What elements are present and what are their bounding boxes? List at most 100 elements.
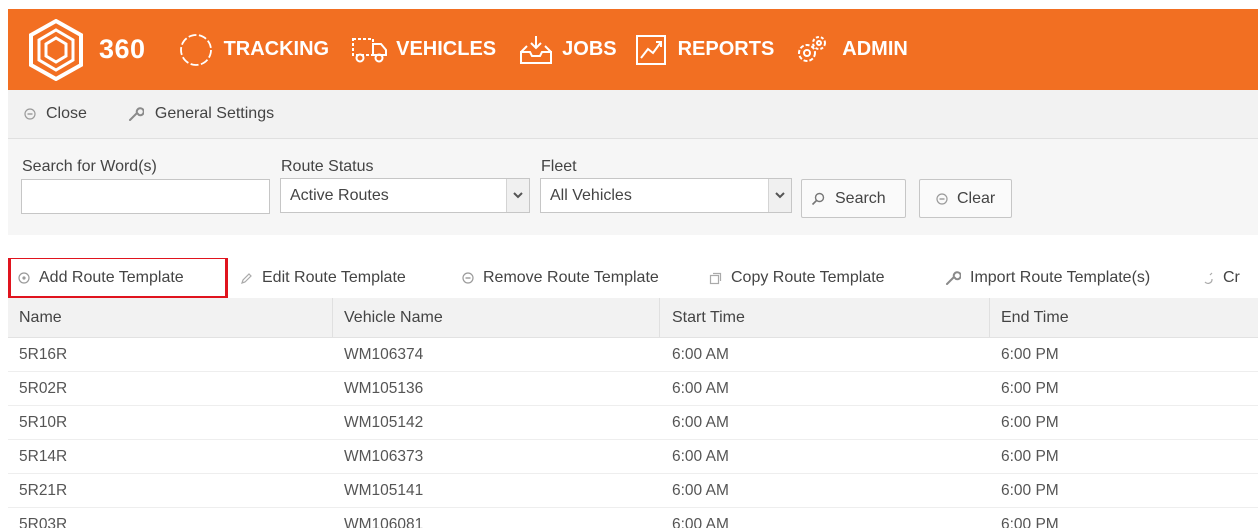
close-button[interactable]: Close xyxy=(24,105,87,123)
cell-end-time: 6:00 PM xyxy=(1001,515,1059,528)
table-row[interactable]: 5R10R WM105142 6:00 AM 6:00 PM xyxy=(8,406,1258,440)
nav-jobs[interactable]: JOBS xyxy=(518,34,617,66)
remove-circle-icon xyxy=(462,272,474,284)
table-row[interactable]: 5R21R WM105141 6:00 AM 6:00 PM xyxy=(8,474,1258,508)
wrench-icon xyxy=(946,271,961,285)
table-row[interactable]: 5R03R WM106081 6:00 AM 6:00 PM xyxy=(8,508,1258,528)
cell-start-time: 6:00 AM xyxy=(672,515,729,528)
import-route-templates-label: Import Route Template(s) xyxy=(970,269,1151,286)
cell-name: 5R02R xyxy=(19,379,68,397)
nav-admin[interactable]: ADMIN xyxy=(794,32,908,68)
cell-vehicle-name: WM105141 xyxy=(344,481,424,499)
edit-route-template-label: Edit Route Template xyxy=(262,269,406,286)
cell-start-time: 6:00 AM xyxy=(672,345,729,363)
add-route-template-button[interactable]: Add Route Template xyxy=(18,258,184,298)
create-route-label: Cr xyxy=(1223,269,1240,286)
top-nav-bar: 360 TRACKING VEHICLES JOBS REPORTS ADMIN xyxy=(8,9,1258,90)
close-circle-icon xyxy=(24,108,36,120)
column-header-name[interactable]: Name xyxy=(19,298,62,337)
nav-reports-label: REPORTS xyxy=(677,38,775,60)
nav-tracking-label: TRACKING xyxy=(223,38,330,60)
cell-end-time: 6:00 PM xyxy=(1001,345,1059,363)
fleet-dropdown-button[interactable] xyxy=(768,179,791,212)
edit-route-template-button[interactable]: Edit Route Template xyxy=(240,258,406,298)
column-header-start-time[interactable]: Start Time xyxy=(672,298,745,337)
nav-vehicles-label: VEHICLES xyxy=(396,38,497,60)
cell-vehicle-name: WM106374 xyxy=(344,345,424,363)
cell-end-time: 6:00 PM xyxy=(1001,447,1059,465)
remove-route-template-button[interactable]: Remove Route Template xyxy=(462,258,659,298)
column-divider[interactable] xyxy=(332,298,333,337)
column-divider[interactable] xyxy=(659,298,660,337)
cell-name: 5R14R xyxy=(19,447,68,465)
cell-end-time: 6:00 PM xyxy=(1001,379,1059,397)
cell-name: 5R10R xyxy=(19,413,68,431)
clear-circle-icon xyxy=(936,192,948,205)
app-logo-icon[interactable] xyxy=(25,18,87,81)
search-button-label: Search xyxy=(835,189,886,207)
route-status-dropdown-button[interactable] xyxy=(506,179,529,212)
search-button[interactable]: Search xyxy=(801,179,906,218)
route-status-value: Active Routes xyxy=(290,187,389,204)
general-settings-label: General Settings xyxy=(154,105,275,122)
cell-name: 5R16R xyxy=(19,345,68,363)
route-status-select[interactable]: Active Routes xyxy=(280,178,530,213)
cell-vehicle-name: WM105136 xyxy=(344,379,424,397)
add-route-template-label: Add Route Template xyxy=(39,269,184,286)
column-header-end-time[interactable]: End Time xyxy=(1001,298,1069,337)
nav-reports[interactable]: REPORTS xyxy=(635,34,775,66)
pencil-icon xyxy=(241,272,252,284)
cell-name: 5R21R xyxy=(19,481,68,499)
column-divider[interactable] xyxy=(989,298,990,337)
cell-vehicle-name: WM106373 xyxy=(344,447,424,465)
clear-button-label: Clear xyxy=(957,189,996,207)
column-header-vehicle-name[interactable]: Vehicle Name xyxy=(344,298,443,337)
table-row[interactable]: 5R14R WM106373 6:00 AM 6:00 PM xyxy=(8,440,1258,474)
create-icon xyxy=(1204,272,1213,284)
truck-icon xyxy=(352,37,388,62)
search-words-input[interactable] xyxy=(21,179,270,214)
inbox-tray-icon xyxy=(520,35,553,64)
fleet-value: All Vehicles xyxy=(550,187,632,204)
copy-route-template-button[interactable]: Copy Route Template xyxy=(709,258,885,298)
cell-vehicle-name: WM105142 xyxy=(344,413,424,431)
fleet-select[interactable]: All Vehicles xyxy=(540,178,792,213)
gears-icon xyxy=(798,35,827,62)
cell-end-time: 6:00 PM xyxy=(1001,413,1059,431)
chevron-down-icon xyxy=(775,192,785,199)
table-row[interactable]: 5R02R WM105136 6:00 AM 6:00 PM xyxy=(8,372,1258,406)
table-row[interactable]: 5R16R WM106374 6:00 AM 6:00 PM xyxy=(8,338,1258,372)
grid-header: Name Vehicle Name Start Time End Time xyxy=(8,298,1258,338)
nav-jobs-label: JOBS xyxy=(562,38,617,60)
create-route-button[interactable]: Cr xyxy=(1202,258,1240,298)
cell-vehicle-name: WM106081 xyxy=(344,515,424,528)
close-label: Close xyxy=(46,105,87,122)
nav-admin-label: ADMIN xyxy=(842,38,908,60)
chart-trend-icon xyxy=(635,34,666,65)
brand-name[interactable]: 360 xyxy=(99,34,146,65)
cell-end-time: 6:00 PM xyxy=(1001,481,1059,499)
nav-vehicles[interactable]: VEHICLES xyxy=(351,35,496,65)
copy-icon xyxy=(709,272,722,284)
action-bar: Close General Settings xyxy=(8,90,1258,139)
copy-route-template-label: Copy Route Template xyxy=(731,269,885,286)
route-status-label: Route Status xyxy=(281,158,374,175)
search-icon xyxy=(811,192,825,205)
remove-route-template-label: Remove Route Template xyxy=(483,269,659,286)
nav-tracking[interactable]: TRACKING xyxy=(178,32,330,68)
general-settings-button[interactable]: General Settings xyxy=(128,105,274,123)
cell-name: 5R03R xyxy=(19,515,68,528)
tracking-circle-icon xyxy=(179,33,212,66)
search-words-label: Search for Word(s) xyxy=(22,158,157,175)
cell-start-time: 6:00 AM xyxy=(672,481,729,499)
import-route-templates-button[interactable]: Import Route Template(s) xyxy=(945,258,1150,298)
add-circle-icon xyxy=(18,272,30,284)
wrench-icon xyxy=(128,107,144,121)
route-template-toolbar: Add Route Template Edit Route Template R… xyxy=(8,258,1258,298)
cell-start-time: 6:00 AM xyxy=(672,413,729,431)
fleet-label: Fleet xyxy=(541,158,577,175)
cell-start-time: 6:00 AM xyxy=(672,447,729,465)
chevron-down-icon xyxy=(513,192,523,199)
cell-start-time: 6:00 AM xyxy=(672,379,729,397)
clear-button[interactable]: Clear xyxy=(919,179,1012,218)
